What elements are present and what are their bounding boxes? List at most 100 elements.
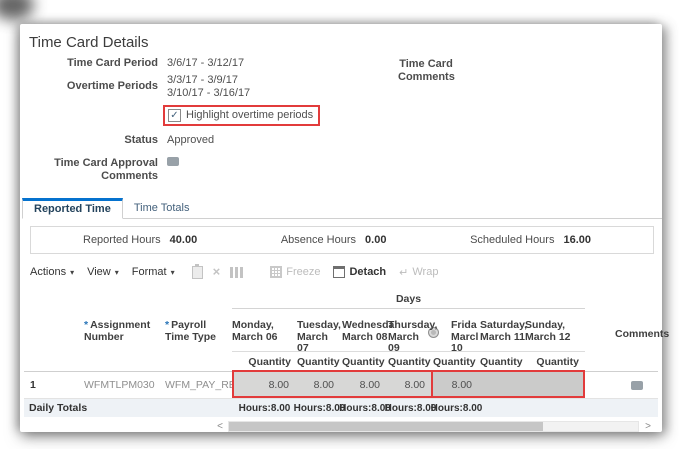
payroll-time-type-header[interactable]: * Payroll Time Type [165, 315, 232, 355]
scrollbar-thumb[interactable] [229, 422, 543, 431]
row-comments-cell [615, 372, 658, 398]
day-line1: Wednesda [342, 319, 395, 331]
detach-window-icon [333, 266, 346, 278]
absence-hours-label: Absence Hours [280, 234, 357, 246]
horizontal-scrollbar: < > [24, 420, 658, 433]
quantity-cell-wednesday: 8.00 [342, 372, 388, 398]
row-number-cell: 1 [30, 379, 36, 391]
day-line1: Monday, [232, 319, 274, 331]
reported-hours-label: Reported Hours [83, 234, 161, 246]
format-menu-button[interactable]: Format ▾ [132, 266, 175, 278]
quantity-cell-sunday [525, 372, 585, 398]
column-header-saturday[interactable]: Saturday, March 11 [480, 315, 528, 355]
scroll-right-arrow[interactable]: > [642, 421, 654, 432]
daily-totals-label: Daily Totals [29, 402, 88, 414]
quantity-header-tuesday: Quantity [297, 351, 342, 368]
column-header-wednesday[interactable]: Wednesda March 08 [342, 315, 395, 355]
reported-hours-value: 40.00 [169, 234, 198, 246]
scheduled-hours-value: 16.00 [563, 234, 591, 246]
quantity-subheader-row: Quantity Quantity Quantity Quantity Quan… [24, 351, 658, 368]
payroll-header-label: Payroll Time Type [165, 319, 216, 343]
freeze-button[interactable]: Freeze [270, 266, 320, 278]
quantity-cell-tuesday: 8.00 [297, 372, 342, 398]
quantity-cell-monday: 8.00 [232, 372, 297, 398]
detach-button[interactable]: Detach [333, 266, 386, 278]
daily-total-thursday: Hours:8.00 [384, 402, 437, 414]
quantity-header-sunday: Quantity [525, 351, 585, 368]
quantity-spacer [615, 351, 658, 368]
overtime-value-2: 3/10/17 - 3/16/17 [167, 87, 251, 99]
day-line1: Saturday, [480, 319, 528, 331]
daily-total-friday: Hours:8.00 [430, 402, 483, 414]
actions-menu-button[interactable]: Actions ▾ [30, 266, 74, 278]
day-line1: Frida [451, 319, 477, 331]
detach-label: Detach [349, 266, 387, 278]
assignment-number-header[interactable]: * Assignment Number [84, 315, 165, 355]
approval-comments-label: Time Card Approval Comments [54, 157, 158, 182]
actions-menu-label: Actions [30, 266, 67, 278]
reported-hours-group: Reported Hours 40.00 [83, 234, 197, 246]
absence-hours-group: Absence Hours 0.00 [281, 234, 387, 246]
required-asterisk: * [84, 319, 89, 331]
view-menu-label: View [87, 266, 111, 278]
checkbox-check-icon: ✓ [170, 110, 179, 121]
paste-icon[interactable] [191, 263, 203, 279]
quantity-header-saturday: Quantity [480, 351, 525, 368]
daily-total-tuesday: Hours:8.00 [293, 402, 346, 414]
quantity-spacer [24, 351, 84, 368]
tab-reported-time[interactable]: Reported Time [22, 198, 123, 219]
scheduled-hours-group: Scheduled Hours 16.00 [470, 234, 591, 246]
chevron-down-icon: ▾ [114, 267, 119, 277]
quantity-spacer [165, 351, 232, 368]
shadow-artifact [0, 0, 34, 20]
column-header-sunday[interactable]: Sunday, March 12 [525, 315, 585, 355]
day-line2: March 06 [232, 330, 278, 343]
reported-time-table: Days * Assignment Number * Payroll Time Ty… [24, 291, 669, 433]
status-value: Approved [167, 134, 215, 146]
scrollbar-track[interactable] [228, 421, 639, 432]
wrap-button[interactable]: ↵ Wrap [399, 266, 438, 279]
table-header: Days * Assignment Number * Payroll Time Ty… [24, 291, 669, 372]
column-header-thursday[interactable]: Thursday, March 09 [388, 315, 437, 355]
payroll-time-type-cell: WFM_PAY_REG... [165, 379, 232, 391]
quantity-spacer [84, 351, 165, 368]
header-gap [585, 315, 615, 355]
comment-bubble-icon[interactable] [630, 380, 643, 390]
period-row: Time Card Period 3/6/17 - 3/12/17 [20, 57, 662, 70]
move-column-icon[interactable] [235, 266, 239, 278]
highlight-overtime-checkbox[interactable]: ✓ [168, 109, 181, 122]
day-line2: March 08 [342, 330, 388, 343]
page-title: Time Card Details [29, 34, 149, 51]
scheduled-hours-label: Scheduled Hours [470, 234, 555, 246]
wrap-arrow-icon: ↵ [399, 266, 409, 279]
period-value: 3/6/17 - 3/12/17 [167, 57, 245, 69]
row-number-column-header [24, 315, 84, 355]
delete-x-icon[interactable]: × [213, 265, 221, 278]
view-menu-button[interactable]: View ▾ [87, 266, 119, 278]
tab-time-totals[interactable]: Time Totals [123, 198, 201, 218]
quantity-cell-friday: 8.00 [433, 372, 480, 398]
column-header-tuesday[interactable]: Tuesday, March 07 [297, 315, 342, 355]
table-row: 1 WFMTLPM030 WFM_PAY_REG... 8.00 8.00 8.… [24, 370, 658, 399]
quantity-cell-saturday [480, 372, 525, 398]
comment-bubble-icon[interactable] [167, 157, 179, 166]
comments-column-header[interactable]: Comments [615, 315, 669, 355]
required-asterisk: * [165, 319, 170, 331]
daily-total-monday: Hours:8.00 [238, 402, 291, 414]
highlight-checkbox-label: Highlight overtime periods [186, 109, 314, 121]
column-header-friday[interactable]: Frida Marcl 10 [433, 315, 480, 355]
quantity-cell-thursday: 8.00 [388, 372, 433, 398]
highlight-row: ✓ Highlight overtime periods [20, 105, 662, 126]
approval-comments-value [167, 157, 179, 170]
status-row: Status Approved [20, 134, 662, 147]
daily-total-wednesday: Hours:8.00 [339, 402, 391, 414]
chevron-down-icon: ▾ [70, 267, 75, 277]
hours-summary-strip: Reported Hours 40.00 Absence Hours 0.00 … [30, 226, 654, 254]
daily-totals-row: Daily Totals Hours:8.00 Hours:8.00 Hours… [24, 399, 658, 417]
assignment-number-cell: WFMTLPM030 [84, 379, 155, 391]
column-header-row: * Assignment Number * Payroll Time Type Mo… [24, 315, 669, 355]
scroll-left-arrow[interactable]: < [214, 421, 226, 432]
row-gap-cell [585, 372, 615, 398]
column-header-monday[interactable]: Monday, March 06 [232, 315, 297, 355]
quantity-header-friday: Quantity [433, 351, 480, 368]
